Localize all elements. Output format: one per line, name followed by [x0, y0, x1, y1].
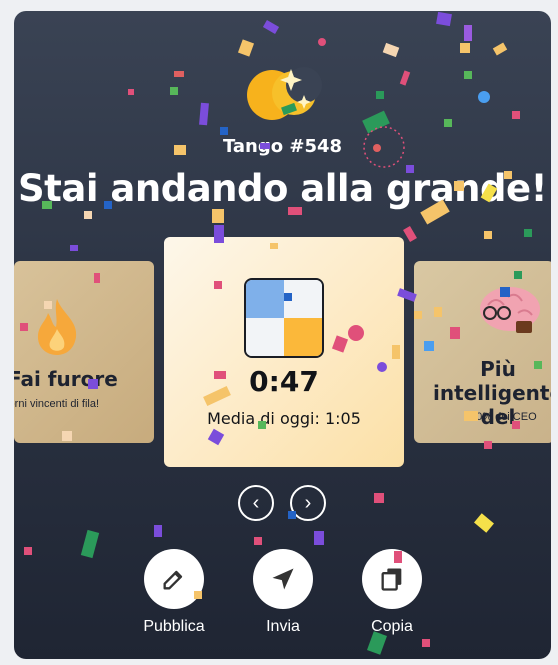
puzzle-number: Tango #548 — [222, 136, 343, 157]
streak-title: Fai furore — [14, 367, 118, 391]
streak-card[interactable]: Fai furore giorni vincenti di fila! — [14, 261, 154, 443]
ranking-card[interactable]: Più intelligente del 50% dei CEO — [414, 261, 551, 443]
copy-button[interactable] — [362, 549, 422, 609]
share-card: Tango #548 Stai andando alla grande! Fai… — [14, 11, 551, 659]
pencil-icon — [163, 570, 183, 590]
daily-average: Media di oggi: 1:05 — [207, 409, 361, 428]
send-icon — [272, 568, 294, 590]
publish-button[interactable] — [144, 549, 204, 609]
prev-card-button[interactable]: ‹ — [238, 485, 274, 521]
send-button[interactable] — [253, 549, 313, 609]
puzzle-grid-icon — [244, 278, 324, 358]
headline: Stai andando alla grande! — [18, 167, 547, 210]
next-card-button[interactable]: › — [290, 485, 326, 521]
publish-label: Pubblica — [143, 618, 205, 635]
copy-label: Copia — [371, 618, 413, 635]
send-label: Invia — [266, 618, 300, 635]
copy-icon — [381, 568, 402, 591]
sun-moon-icon — [247, 67, 322, 120]
solve-time: 0:47 — [249, 365, 319, 398]
flame-icon — [37, 299, 77, 355]
ranking-subtitle: 50% dei CEO — [470, 411, 537, 423]
brain-icon — [480, 287, 540, 333]
streak-subtitle: giorni vincenti di fila! — [14, 398, 100, 410]
result-card[interactable]: 0:47 Media di oggi: 1:05 — [164, 237, 404, 467]
